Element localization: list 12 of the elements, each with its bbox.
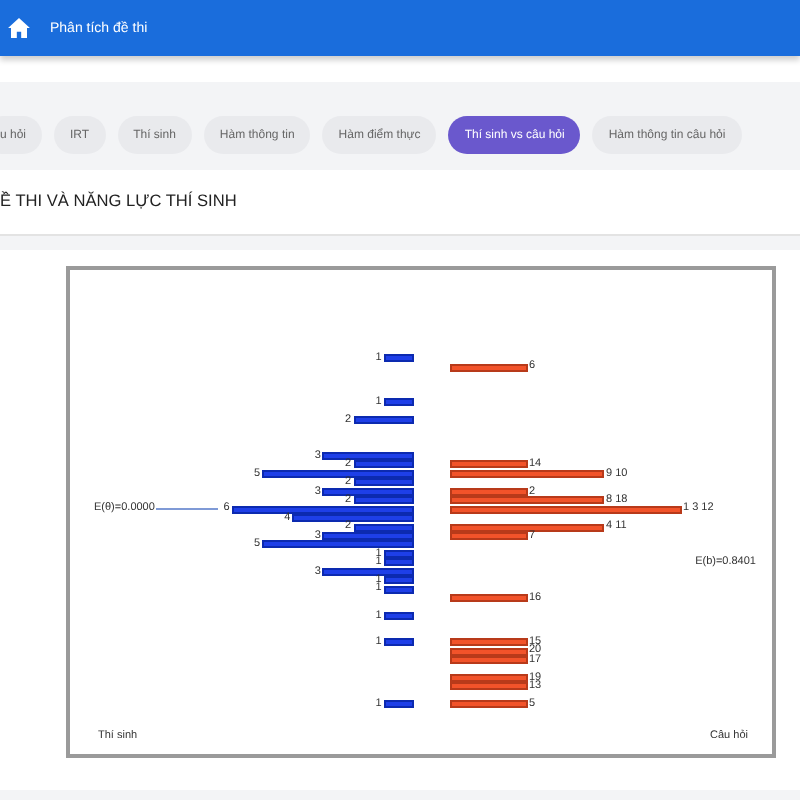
item-bar (450, 594, 527, 603)
item-bar (450, 700, 527, 709)
person-bar (353, 416, 414, 425)
person-bar (383, 611, 414, 620)
person-bar (383, 700, 414, 709)
item-bar (450, 363, 527, 372)
mean-line (156, 508, 218, 511)
section-title: Ề THI VÀ NĂNG LỰC THÍ SINH (0, 190, 237, 210)
person-bar (383, 638, 414, 647)
person-bar (383, 354, 414, 363)
home-icon[interactable] (8, 18, 30, 38)
person-bar (383, 398, 414, 407)
